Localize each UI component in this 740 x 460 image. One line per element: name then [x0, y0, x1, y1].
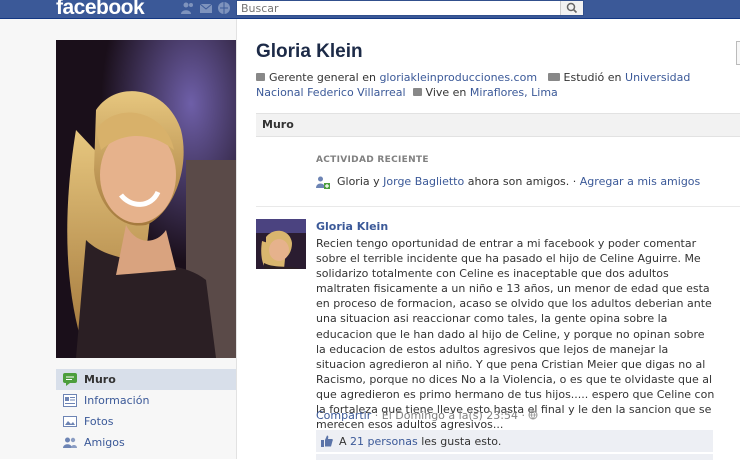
nav-item-muro[interactable]: Muro: [56, 369, 236, 390]
work-link[interactable]: gloriakleinproducciones.com: [379, 71, 537, 84]
photos-icon: [63, 416, 77, 427]
wall-tab-bar: Muro: [256, 113, 740, 137]
like-thumb-icon: [321, 435, 333, 447]
friends-icon: [63, 437, 77, 448]
friend-requests-icon[interactable]: [180, 1, 196, 15]
post-timestamp[interactable]: · El Domingo a la(s) 23:54 ·: [371, 409, 528, 422]
profile-name: Gloria Klein: [256, 41, 363, 62]
recent-suffix: ahora son amigos. ·: [464, 175, 580, 188]
top-bar: facebook: [0, 0, 740, 19]
likes-people-link[interactable]: 21 personas: [350, 435, 418, 448]
lives-prefix: Vive en: [425, 86, 470, 99]
recent-activity-item: Gloria y Jorge Baglietto ahora son amigo…: [316, 175, 701, 189]
nav-label-fotos: Fotos: [84, 415, 114, 428]
main-content: Gloria Klein Gerente general en gloriakl…: [237, 19, 740, 460]
recent-prefix: Gloria y: [337, 175, 384, 188]
share-link[interactable]: Compartir: [316, 409, 371, 422]
profile-picture[interactable]: [56, 40, 236, 358]
post-author-avatar[interactable]: [256, 219, 306, 269]
wall-tab[interactable]: Muro: [262, 118, 294, 131]
profile-nav: Muro Información Fotos Amigos: [56, 369, 236, 453]
facebook-logo[interactable]: facebook: [56, 0, 145, 20]
info-icon: [63, 394, 77, 407]
notifications-icon[interactable]: [216, 1, 232, 15]
likes-prefix: A: [339, 435, 351, 448]
post-author-name[interactable]: Gloria Klein: [316, 220, 388, 233]
search-button[interactable]: [560, 1, 583, 15]
lives-link[interactable]: Miraflores, Lima: [470, 86, 558, 99]
likes-box: A 21 personas les gusta esto.: [316, 430, 713, 452]
messages-icon[interactable]: [198, 1, 214, 15]
wall-icon: [63, 373, 77, 386]
recent-friend-link[interactable]: Jorge Baglietto: [383, 175, 464, 188]
nav-item-informacion[interactable]: Información: [56, 390, 236, 411]
search-icon: [566, 2, 578, 14]
corner-button[interactable]: [736, 41, 740, 65]
search-box: [236, 0, 584, 16]
education-icon: [547, 73, 560, 81]
post-meta: Compartir · El Domingo a la(s) 23:54 ·: [316, 409, 538, 422]
work-prefix: Gerente general en: [269, 71, 380, 84]
likes-suffix: les gusta esto.: [417, 435, 502, 448]
post-text: Recien tengo oportunidad de entrar a mi …: [316, 237, 715, 432]
profile-info: Gerente general en gloriakleinproduccion…: [256, 70, 736, 100]
add-friend-link[interactable]: Agregar a mis amigos: [580, 175, 701, 188]
nav-item-amigos[interactable]: Amigos: [56, 432, 236, 453]
divider: [256, 206, 740, 207]
new-friends-icon: [316, 176, 330, 189]
nav-label-muro: Muro: [84, 373, 116, 386]
nav-item-fotos[interactable]: Fotos: [56, 411, 236, 432]
recent-activity-heading: ACTIVIDAD RECIENTE: [316, 155, 429, 165]
search-input[interactable]: [241, 1, 559, 15]
globe-icon: [528, 410, 538, 420]
nav-label-informacion: Información: [84, 394, 150, 407]
study-link-line-2: Federico Villarreal: [307, 86, 406, 99]
study-prefix: Estudió en: [563, 71, 626, 84]
work-icon: [256, 73, 265, 81]
nav-label-amigos: Amigos: [84, 436, 125, 449]
home-icon: [412, 88, 422, 96]
